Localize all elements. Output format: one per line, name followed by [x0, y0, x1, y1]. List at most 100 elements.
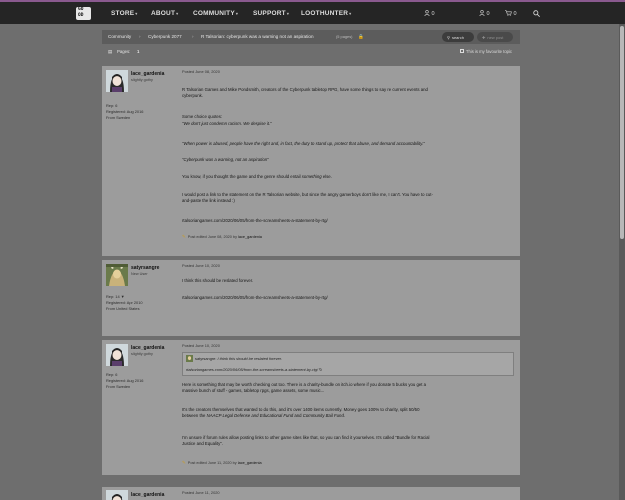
post-user-location: From Sweden [106, 384, 131, 389]
page-1-link[interactable]: 1 [137, 49, 139, 54]
chevron-down-icon: ▾ [176, 11, 179, 16]
edited-by-user[interactable]: lace_gardenia [238, 235, 262, 239]
post-user-rank: New User [131, 272, 148, 276]
post-author-panel: lace_gardenia slightly gothy Rep: 6 Regi… [102, 66, 176, 256]
post-username[interactable]: lace_gardenia [131, 71, 164, 77]
chevron-down-icon: ▾ [286, 11, 290, 16]
nav-about[interactable]: ABOUT▾ [151, 10, 178, 17]
post-paragraph: Some choice quotes: [182, 114, 223, 119]
post-paragraph: R Talsorian Games and Mike Pondsmith, cr… [182, 87, 428, 98]
crumb-separator: › [139, 34, 141, 39]
post-edited-note: ✎ Post edited June 11, 2020 by lace_garde… [182, 460, 262, 465]
gog-logo[interactable]: GO OD [76, 7, 91, 20]
search-icon: ⚲ [447, 34, 450, 40]
logo-text-top: GO [78, 7, 84, 12]
chevron-down-icon: ▾ [135, 11, 138, 16]
post-user-rank: slightly gothy [131, 352, 153, 356]
post-paragraph: It's the creators themselves that wanted… [182, 407, 420, 418]
person-icon [424, 10, 430, 17]
forum-post: satyrsangre New User Rep: 14 ▼ Registere… [102, 260, 520, 336]
search-icon [533, 10, 540, 17]
nav-support[interactable]: SUPPORT▾ [253, 10, 289, 17]
forum-post: lace_gardenia Posted June 11, 2020 [102, 487, 520, 500]
edited-by-user[interactable]: lace_gardenia [238, 461, 262, 465]
post-paragraph: I would post a link to the statement on … [182, 192, 433, 203]
logo-text-bottom: OD [78, 13, 84, 18]
post-link-text: rtalsoriangames.com/2020/06/05/from-the-… [182, 295, 328, 300]
crumb-topic: R Talsorian: cyberpunk was a warning not… [201, 34, 314, 39]
search-button[interactable] [533, 10, 540, 18]
pager-bar: ▤ Pages: 1 This is my favourite topic [102, 46, 520, 58]
lock-icon: 🔒 [358, 34, 364, 39]
add-icon: ✚ [482, 34, 486, 40]
breadcrumb: Community › Cyberpunk 2077 › R Talsorian… [102, 30, 520, 44]
quote-header: satyrsangre: I think this should be resl… [195, 356, 282, 361]
nav-loothunter[interactable]: LOOTHUNTER▾ [301, 10, 351, 17]
post-user-rep: Rep: 6 [106, 372, 118, 377]
post-date: Posted June 10, 2020 [182, 263, 220, 268]
user-count: 0 [486, 11, 490, 17]
post-date: Posted June 11, 2020 [182, 490, 220, 495]
cart-count: 0 [513, 11, 517, 17]
post-username[interactable]: satyrsangre [131, 265, 159, 271]
quoted-post: satyrsangre: I think this should be resl… [182, 352, 514, 376]
topic-pages-count: (5 pages) [336, 34, 353, 39]
checkbox-icon [459, 49, 464, 53]
post-user-registered: Registered: Apr 2010 [106, 300, 143, 305]
page-scrollbar-thumb[interactable] [620, 26, 624, 239]
nav-store[interactable]: STORE▾ [111, 10, 138, 17]
cart-button[interactable]: 0 [505, 10, 517, 17]
crumb-community[interactable]: Community [108, 34, 131, 39]
post-paragraph: I'm unsure if forum rules allow posting … [182, 435, 430, 446]
top-navbar: GO OD STORE▾ ABOUT▾ COMMUNITY▾ SUPPORT▾ … [0, 2, 625, 24]
post-quote-line: "When power is abused, people have the r… [182, 141, 425, 146]
post-user-registered: Registered: Aug 2016 [106, 109, 144, 114]
chevron-down-icon: ▾ [235, 11, 239, 16]
post-edited-note: ✎ Post edited June 08, 2020 by lace_garde… [182, 234, 262, 239]
post-author-panel: lace_gardenia [102, 487, 176, 500]
post-user-rank: slightly gothy [131, 78, 153, 82]
pencil-icon: ✎ [182, 234, 186, 239]
quote-author[interactable]: satyrsangre: [195, 356, 216, 361]
avatar[interactable] [106, 344, 128, 366]
post-user-registered: Registered: Aug 2016 [106, 378, 144, 383]
post-body: Posted June 10, 2020 satyrsangre: I thin… [182, 340, 514, 475]
search-label: search [451, 34, 464, 40]
avatar[interactable] [106, 70, 128, 92]
cart-icon [505, 10, 512, 16]
post-quote-line: "Cyberpunk was a warning, not an aspirat… [182, 157, 269, 162]
avatar[interactable] [106, 264, 128, 286]
user-button[interactable]: 0 [479, 10, 490, 17]
favourite-topic-toggle[interactable]: This is my favourite topic [459, 49, 512, 54]
forum-post: lace_gardenia slightly gothy Rep: 6 Regi… [102, 340, 520, 475]
refresh-icon[interactable]: ↻ [319, 367, 322, 372]
pencil-icon: ✎ [182, 460, 186, 465]
post-body: Posted June 11, 2020 [182, 487, 514, 500]
post-username[interactable]: lace_gardenia [131, 492, 164, 498]
friends-count: 0 [431, 11, 435, 17]
pages-label: Pages: [117, 49, 131, 54]
crumb-separator: › [192, 34, 194, 39]
new-post-button[interactable]: ✚ new post [477, 32, 513, 42]
crumb-cyberpunk[interactable]: Cyberpunk 2077 [148, 34, 182, 39]
quote-avatar [186, 355, 193, 362]
forum-post: lace_gardenia slightly gothy Rep: 6 Regi… [102, 66, 520, 256]
post-user-rep: Rep: 6 [106, 103, 118, 108]
post-username[interactable]: lace_gardenia [131, 345, 164, 351]
pages-icon: ▤ [108, 49, 113, 54]
users-icon [479, 10, 485, 17]
post-paragraph: You know, if you thought the game and th… [182, 174, 332, 179]
search-topic-button[interactable]: ⚲ search [442, 32, 474, 42]
post-date: Posted June 10, 2020 [182, 343, 220, 348]
friends-button[interactable]: 0 [424, 10, 435, 17]
post-user-rep: Rep: 14 ▼ [106, 294, 125, 299]
quote-link-text: rtalsoriangames.com/2020/06/05/from-the-… [186, 367, 323, 372]
post-user-location: From United States [106, 306, 140, 311]
post-body: Posted June 08, 2020 R Talsorian Games a… [182, 66, 514, 256]
nav-community[interactable]: COMMUNITY▾ [193, 10, 238, 17]
new-post-label: new post [487, 34, 504, 40]
post-author-panel: lace_gardenia slightly gothy Rep: 6 Regi… [102, 340, 176, 475]
post-date: Posted June 08, 2020 [182, 69, 220, 74]
avatar[interactable] [106, 490, 128, 500]
post-body: Posted June 10, 2020 I think this should… [182, 260, 514, 336]
